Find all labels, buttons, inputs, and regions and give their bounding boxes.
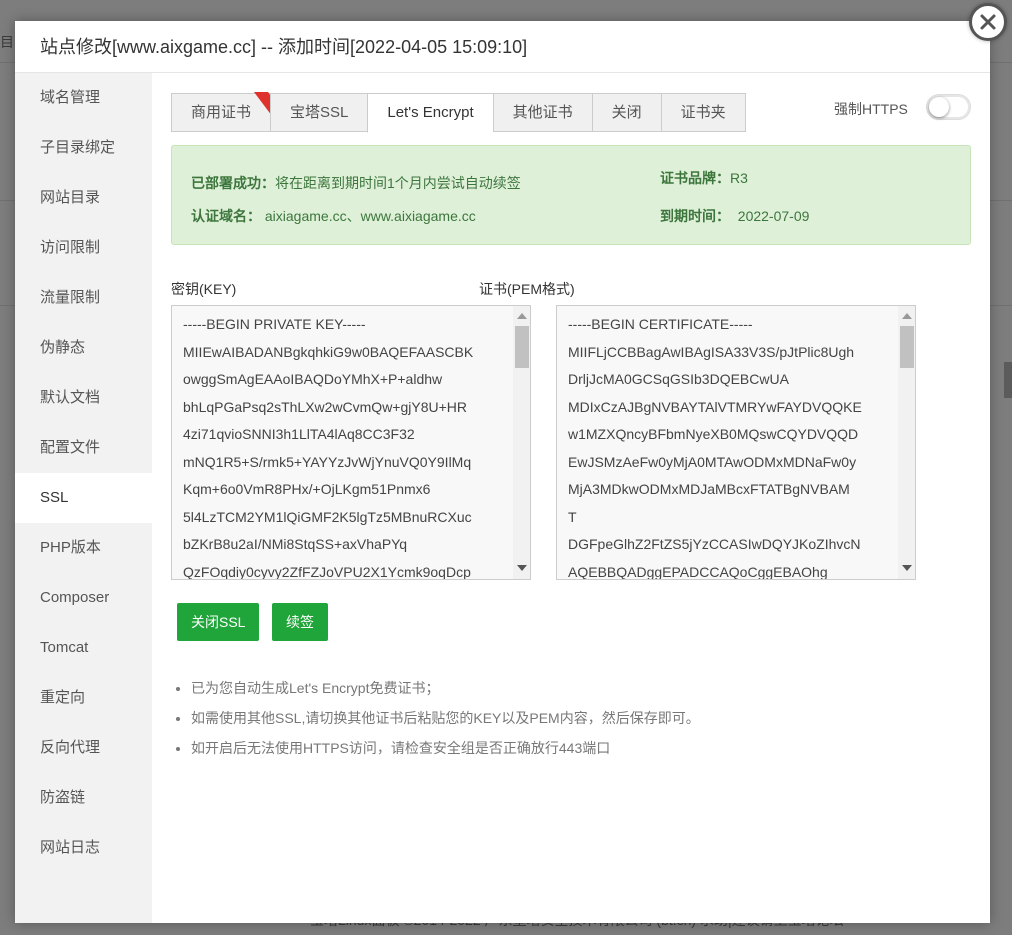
sidebar-item-site-dir[interactable]: 网站目录 bbox=[15, 173, 152, 223]
scroll-thumb[interactable] bbox=[515, 326, 529, 368]
certificate-textarea[interactable]: -----BEGIN CERTIFICATE----- MIIFLjCCBBag… bbox=[556, 305, 916, 580]
tab-lets-encrypt[interactable]: Let's Encrypt bbox=[367, 93, 493, 133]
bg-left-glyph: 目 bbox=[0, 34, 14, 50]
sidebar-item-hotlink[interactable]: 防盗链 bbox=[15, 773, 152, 823]
domain-text: aixiagame.cc、www.aixiagame.cc bbox=[264, 208, 476, 224]
tab-cert-folder[interactable]: 证书夹 bbox=[660, 93, 746, 132]
sidebar-item-site-log[interactable]: 网站日志 bbox=[15, 823, 152, 873]
scroll-down-icon[interactable] bbox=[902, 565, 912, 571]
note-item: 已为您自动生成Let's Encrypt免费证书； bbox=[191, 677, 700, 707]
sidebar-item-default-doc[interactable]: 默认文档 bbox=[15, 373, 152, 423]
sidebar-item-access-limit[interactable]: 访问限制 bbox=[15, 223, 152, 273]
tab-label: 商用证书 bbox=[191, 104, 252, 121]
tab-other-cert[interactable]: 其他证书 bbox=[492, 93, 592, 132]
renew-button[interactable]: 续签 bbox=[272, 603, 328, 641]
deployed-text: 将在距离到期时间1个月内尝试自动续签 bbox=[275, 175, 521, 191]
modal-sidebar: 域名管理 子目录绑定 网站目录 访问限制 流量限制 伪静态 默认文档 配置文件 … bbox=[15, 73, 152, 923]
force-https-toggle[interactable] bbox=[926, 94, 971, 120]
expiry-row: 到期时间： 2022-07-09 bbox=[660, 206, 809, 226]
expiry-value: 2022-07-09 bbox=[737, 208, 810, 224]
scroll-up-icon[interactable] bbox=[517, 313, 527, 319]
key-label: 密钥(KEY) bbox=[171, 281, 237, 297]
tab-commercial-cert[interactable]: 商用证书 推荐 bbox=[171, 92, 285, 132]
brand-row: 证书品牌：R3 bbox=[660, 168, 748, 188]
key-scrollbar[interactable] bbox=[513, 306, 530, 579]
note-item: 如需使用其他SSL,请切换其他证书后粘贴您的KEY以及PEM内容，然后保存即可。 bbox=[191, 707, 700, 737]
sidebar-item-redirect[interactable]: 重定向 bbox=[15, 673, 152, 723]
sidebar-item-traffic-limit[interactable]: 流量限制 bbox=[15, 273, 152, 323]
note-item: 如开启后无法使用HTTPS访问，请检查安全组是否正确放行443端口 bbox=[191, 737, 700, 767]
close-icon[interactable] bbox=[969, 3, 1007, 41]
bg-scrollbar bbox=[1004, 362, 1012, 398]
deployed-row: 已部署成功：将在距离到期时间1个月内尝试自动续签 bbox=[191, 173, 521, 193]
help-notes: 已为您自动生成Let's Encrypt免费证书； 如需使用其他SSL,请切换其… bbox=[171, 677, 700, 767]
modal-title: 站点修改[www.aixgame.cc] -- 添加时间[2022-04-05 … bbox=[15, 21, 990, 73]
tab-bt-ssl[interactable]: 宝塔SSL bbox=[270, 93, 368, 132]
ssl-panel: 商用证书 推荐 宝塔SSL Let's Encrypt 其他证书 关闭 证书夹 … bbox=[152, 73, 990, 923]
sidebar-item-reverse-proxy[interactable]: 反向代理 bbox=[15, 723, 152, 773]
sidebar-item-config[interactable]: 配置文件 bbox=[15, 423, 152, 473]
brand-label: 证书品牌： bbox=[660, 170, 730, 186]
deployed-label: 已部署成功： bbox=[191, 175, 275, 191]
close-ssl-button[interactable]: 关闭SSL bbox=[177, 603, 260, 641]
site-edit-modal: 站点修改[www.aixgame.cc] -- 添加时间[2022-04-05 … bbox=[15, 21, 990, 923]
domain-row: 认证域名： aixiagame.cc、www.aixiagame.cc bbox=[191, 206, 476, 226]
sidebar-item-domain[interactable]: 域名管理 bbox=[15, 73, 152, 123]
sidebar-item-php-version[interactable]: PHP版本 bbox=[15, 523, 152, 573]
sidebar-item-rewrite[interactable]: 伪静态 bbox=[15, 323, 152, 373]
scroll-down-icon[interactable] bbox=[517, 565, 527, 571]
force-https-label: 强制HTTPS bbox=[834, 101, 908, 117]
cert-scrollbar[interactable] bbox=[898, 306, 915, 579]
private-key-textarea[interactable]: -----BEGIN PRIVATE KEY----- MIIEwAIBADAN… bbox=[171, 305, 531, 580]
sidebar-item-tomcat[interactable]: Tomcat bbox=[15, 623, 152, 673]
ssl-status-box: 已部署成功：将在距离到期时间1个月内尝试自动续签 认证域名： aixiagame… bbox=[171, 145, 971, 245]
sidebar-item-composer[interactable]: Composer bbox=[15, 573, 152, 623]
scroll-thumb[interactable] bbox=[900, 326, 914, 368]
sidebar-item-subdir[interactable]: 子目录绑定 bbox=[15, 123, 152, 173]
scroll-up-icon[interactable] bbox=[902, 313, 912, 319]
toggle-knob bbox=[929, 97, 949, 117]
expiry-label: 到期时间： bbox=[660, 208, 730, 224]
private-key-content: -----BEGIN PRIVATE KEY----- MIIEwAIBADAN… bbox=[183, 316, 474, 580]
ssl-tabs: 商用证书 推荐 宝塔SSL Let's Encrypt 其他证书 关闭 证书夹 bbox=[171, 92, 746, 133]
certificate-content: -----BEGIN CERTIFICATE----- MIIFLjCCBBag… bbox=[568, 316, 862, 580]
domain-label: 认证域名： bbox=[191, 208, 261, 224]
brand-value: R3 bbox=[730, 170, 748, 186]
tab-close[interactable]: 关闭 bbox=[591, 93, 661, 132]
cert-label: 证书(PEM格式) bbox=[479, 281, 575, 297]
sidebar-item-ssl[interactable]: SSL bbox=[15, 473, 152, 523]
